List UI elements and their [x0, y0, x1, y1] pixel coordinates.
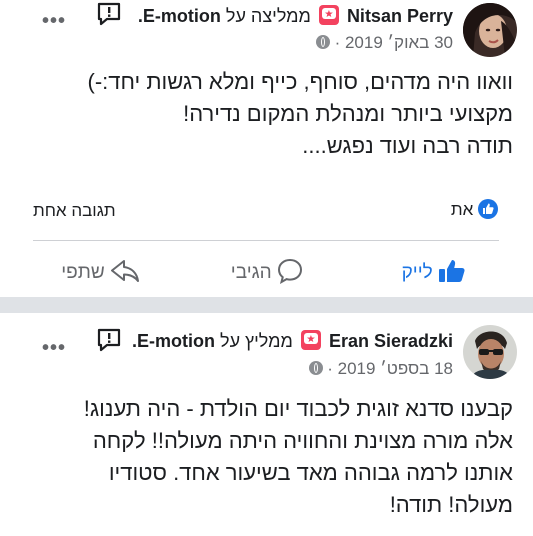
post-separator: [0, 297, 533, 313]
recommend-badge-icon: [318, 5, 339, 25]
replies-count[interactable]: תגובה אחת: [33, 201, 116, 221]
recommend-badge-icon: [300, 330, 321, 350]
avatar[interactable]: [463, 325, 517, 379]
more-options-icon[interactable]: •••: [42, 10, 66, 33]
review-text: קבענו סדנא זוגית לכבוד יום הולדת - היה ת…: [83, 396, 513, 517]
post-meta: 30 באוק׳ 2019 ·: [315, 32, 453, 54]
like-label: לייק: [401, 262, 433, 283]
report-icon[interactable]: [96, 2, 122, 26]
comment-icon: [277, 258, 303, 285]
more-options-icon[interactable]: •••: [42, 337, 66, 360]
post-date[interactable]: 18 בספט׳ 2019: [338, 359, 453, 378]
date-separator: ·: [334, 33, 341, 52]
like-button[interactable]: לייק: [402, 258, 466, 285]
share-icon: [111, 260, 139, 282]
share-label: שתפי: [61, 262, 105, 283]
report-icon[interactable]: [96, 328, 122, 352]
review-header: Eran Sieradzki ממליץ על E-motion.: [132, 330, 453, 352]
post-meta: 18 בספט׳ 2019 ·: [308, 358, 453, 380]
review-text: וואוו היה מדהים, סוחף, כייף ומלא רגשות י…: [87, 69, 514, 158]
thumbs-up-icon: [439, 260, 465, 282]
globe-icon: [315, 35, 330, 49]
date-separator: ·: [327, 359, 333, 378]
globe-icon: [308, 361, 323, 375]
divider: [33, 240, 499, 241]
avatar[interactable]: [463, 3, 517, 57]
review-header: Nitsan Perry ממליצה על E-motion.: [138, 5, 453, 27]
reactions-summary[interactable]: את: [451, 199, 498, 220]
comment-button[interactable]: הגיבי: [231, 258, 303, 285]
page-name-link[interactable]: E-motion.: [138, 6, 221, 26]
author-name[interactable]: Eran Sieradzki: [329, 331, 453, 351]
share-button[interactable]: שתפי: [61, 258, 140, 285]
recommend-text: ממליצה על: [225, 6, 311, 26]
reactions-label: את: [450, 200, 474, 219]
author-name[interactable]: Nitsan Perry: [347, 6, 453, 26]
recommend-text: ממליץ על: [220, 331, 293, 351]
review-post-1: Nitsan Perry ממליצה על E-motion. 30 באוק…: [0, 0, 533, 297]
review-post-2: Eran Sieradzki ממליץ על E-motion. 18 בספ…: [0, 313, 533, 536]
like-reaction-icon: [478, 199, 498, 219]
comment-label: הגיבי: [230, 262, 272, 283]
page-name-link[interactable]: E-motion.: [132, 331, 215, 351]
post-date[interactable]: 30 באוק׳ 2019: [345, 33, 453, 52]
